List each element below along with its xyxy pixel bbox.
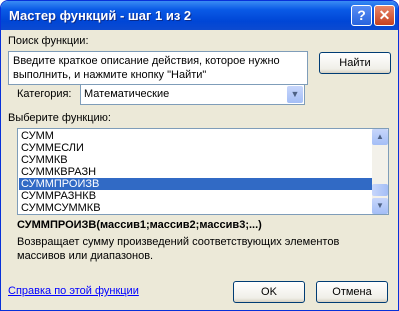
category-select[interactable]: Математические ▼ xyxy=(80,84,305,105)
cancel-button[interactable]: Отмена xyxy=(316,281,388,303)
function-listbox[interactable]: СУММ СУММЕСЛИ СУММКВ СУММКВРАЗН СУММПРОИЗВ СУ… xyxy=(17,128,389,215)
function-wizard-dialog: Мастер функций - шаг 1 из 2 ? ✕ Поиск фу… xyxy=(0,0,399,311)
search-input[interactable]: Введите краткое описание действия, котор… xyxy=(8,51,308,85)
list-item[interactable]: СУММЕСЛИ xyxy=(19,142,374,154)
find-button[interactable]: Найти xyxy=(319,52,391,74)
list-item[interactable]: СУММ xyxy=(19,130,374,142)
close-button[interactable]: ✕ xyxy=(374,5,395,26)
category-label: Категория: xyxy=(17,88,72,100)
scroll-thumb[interactable] xyxy=(372,184,388,196)
title-bar[interactable]: Мастер функций - шаг 1 из 2 ? ✕ xyxy=(1,1,398,30)
function-description: Возвращает сумму произведений соответств… xyxy=(17,236,340,262)
ok-button[interactable]: OK xyxy=(233,281,305,303)
help-link[interactable]: Справка по этой функции xyxy=(8,285,139,297)
list-item[interactable]: СУММКВ xyxy=(19,154,374,166)
chevron-down-icon[interactable]: ▼ xyxy=(287,86,303,103)
help-button[interactable]: ? xyxy=(351,5,372,26)
list-item[interactable]: СУММКВРАЗН xyxy=(19,166,374,178)
list-item[interactable]: СУММРАЗНКВ xyxy=(19,190,374,202)
scroll-up-icon[interactable]: ▲ xyxy=(372,129,388,145)
dialog-title: Мастер функций - шаг 1 из 2 xyxy=(9,8,192,23)
function-signature: СУММПРОИЗВ(массив1;массив2;массив3;...) xyxy=(17,219,262,231)
vertical-scrollbar[interactable]: ▲ ▼ xyxy=(372,129,388,214)
function-list-label: Выберите функцию: xyxy=(8,112,111,124)
category-value: Математические xyxy=(84,88,170,100)
list-item[interactable]: СУММСУММКВ xyxy=(19,202,374,214)
list-item[interactable]: СУММПРОИЗВ xyxy=(19,178,374,190)
scroll-down-icon[interactable]: ▼ xyxy=(372,198,388,214)
search-label: Поиск функции: xyxy=(8,35,89,47)
